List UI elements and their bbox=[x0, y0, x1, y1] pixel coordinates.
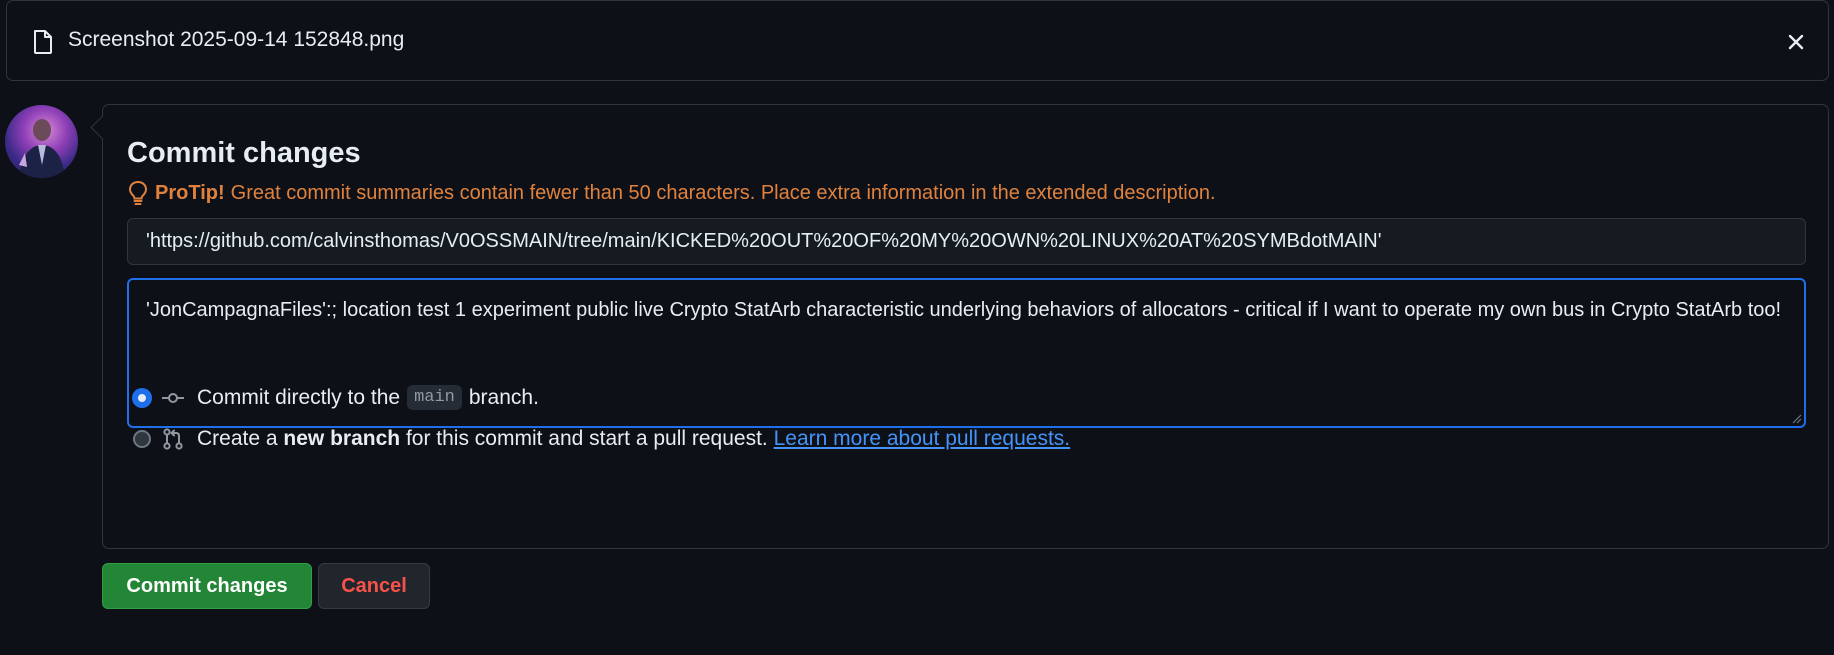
git-pull-request-icon bbox=[163, 428, 183, 450]
option-commit-direct[interactable]: Commit directly to the main branch. bbox=[133, 385, 539, 410]
file-header: Screenshot 2025-09-14 152848.png bbox=[6, 0, 1829, 81]
close-icon[interactable] bbox=[1784, 30, 1808, 54]
protip-label: ProTip! bbox=[155, 181, 225, 204]
radio-commit-direct[interactable] bbox=[133, 388, 151, 407]
commit-panel: Commit changes ProTip! Great commit summ… bbox=[102, 104, 1829, 549]
option-new-branch-suffix: for this commit and start a pull request… bbox=[405, 427, 768, 450]
avatar[interactable] bbox=[5, 105, 78, 178]
commit-summary-input[interactable]: 'https://github.com/calvinsthomas/V0OSSM… bbox=[127, 218, 1806, 265]
protip-message: ProTip! Great commit summaries contain f… bbox=[127, 180, 1216, 206]
commit-title: Commit changes bbox=[127, 137, 361, 169]
branch-name: main bbox=[407, 385, 462, 410]
cancel-button[interactable]: Cancel bbox=[318, 563, 430, 609]
lightbulb-icon bbox=[128, 180, 148, 205]
learn-more-link[interactable]: Learn more about pull requests. bbox=[774, 427, 1071, 451]
option-direct-text: Commit directly to the bbox=[197, 385, 401, 409]
radio-new-branch[interactable] bbox=[133, 430, 151, 448]
option-new-branch-bold: new branch bbox=[283, 427, 401, 450]
option-new-branch[interactable]: Create a new branch for this commit and … bbox=[133, 427, 1070, 451]
file-name: Screenshot 2025-09-14 152848.png bbox=[68, 28, 405, 51]
commit-changes-button[interactable]: Commit changes bbox=[102, 563, 312, 609]
git-commit-icon bbox=[162, 392, 184, 403]
file-icon bbox=[34, 30, 52, 54]
option-direct-suffix: branch. bbox=[468, 385, 539, 409]
protip-text: Great commit summaries contain fewer tha… bbox=[230, 181, 1216, 204]
commit-description-text: 'JonCampagnaFiles':; location test 1 exp… bbox=[146, 299, 1782, 321]
option-new-branch-text: Create a bbox=[197, 427, 278, 450]
resize-handle-icon[interactable] bbox=[1790, 412, 1802, 424]
